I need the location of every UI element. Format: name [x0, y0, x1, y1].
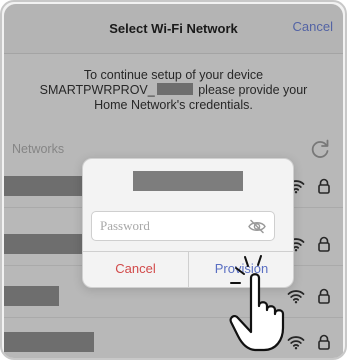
redacted-device-id	[156, 83, 193, 95]
device-frame: Select Wi-Fi Network Cancel To continue …	[0, 0, 347, 360]
redacted-ssid	[4, 286, 59, 306]
instructions-line-2-suffix: please provide your	[198, 83, 308, 97]
redacted-dialog-title	[133, 171, 243, 191]
navigation-bar: Select Wi-Fi Network Cancel	[4, 4, 343, 54]
redacted-ssid	[4, 176, 94, 196]
instructions-line-3: Home Network's credentials.	[94, 98, 253, 112]
wifi-signal-icon	[287, 290, 305, 304]
row-divider	[4, 317, 343, 318]
redacted-ssid	[4, 332, 94, 352]
instructions-line-1: To continue setup of your device	[83, 68, 264, 82]
password-dialog: Cancel Provision	[82, 158, 294, 288]
refresh-icon[interactable]	[309, 138, 331, 160]
lock-icon	[318, 178, 330, 194]
instructions-line-2: SMARTPWRPROV_ please provide your	[24, 83, 323, 98]
network-row[interactable]	[4, 322, 343, 358]
header-cancel-button[interactable]: Cancel	[293, 19, 333, 34]
redacted-ssid	[4, 234, 94, 254]
device-name-prefix: SMARTPWRPROV_	[39, 83, 155, 97]
dialog-cancel-button[interactable]: Cancel	[83, 251, 188, 287]
app-screen: Select Wi-Fi Network Cancel To continue …	[4, 4, 343, 358]
eye-slash-icon[interactable]	[248, 219, 266, 234]
lock-icon	[318, 236, 330, 252]
networks-section-label: Networks	[12, 142, 65, 156]
password-input[interactable]	[92, 212, 242, 240]
lock-icon	[318, 288, 330, 304]
password-field-container	[91, 211, 275, 241]
wifi-signal-icon	[287, 336, 305, 350]
provision-button[interactable]: Provision	[189, 251, 294, 287]
lock-icon	[318, 334, 330, 350]
setup-instructions: To continue setup of your device SMARTPW…	[24, 68, 323, 113]
